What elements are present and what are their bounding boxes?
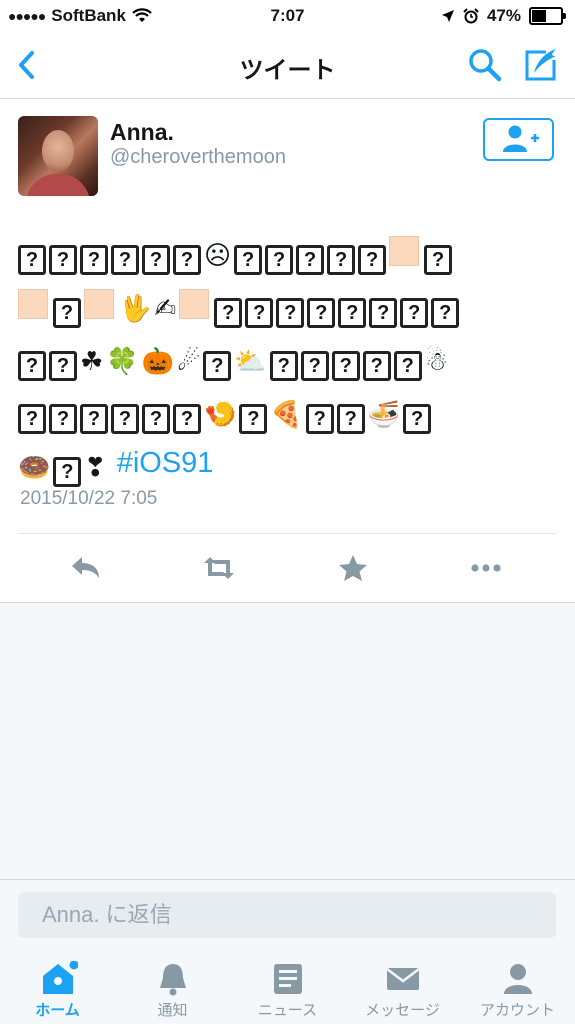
tab-bar: ホーム 通知 ニュース メッセージ アカウント <box>0 947 575 1024</box>
tab-news[interactable]: ニュース <box>230 947 345 1024</box>
hashtag-link[interactable]: #iOS91 <box>117 447 214 479</box>
more-options-icon[interactable] <box>468 552 504 584</box>
battery-icon <box>529 7 566 25</box>
divider <box>18 533 557 534</box>
tab-news-label: ニュース <box>257 1002 318 1019</box>
tab-notifications-label: 通知 <box>157 1002 188 1019</box>
person-icon <box>504 964 532 994</box>
user-handle[interactable]: @cheroverthemoon <box>110 146 286 169</box>
avatar-shoulder <box>26 174 90 196</box>
news-icon <box>274 964 302 994</box>
reply-bar: Anna. に返信 <box>0 879 575 948</box>
retweet-icon[interactable] <box>201 552 237 584</box>
home-icon <box>43 961 78 994</box>
follow-button[interactable] <box>483 118 554 161</box>
tweet-actions <box>0 544 575 592</box>
tab-home-label: ホーム <box>35 1002 80 1019</box>
favorite-star-icon[interactable] <box>335 552 371 584</box>
battery-percent: 47% <box>486 6 521 25</box>
tweet-detail: Anna. @cheroverthemoon ?????? ☹??????? 🖖 ✍?… <box>0 99 575 603</box>
tab-account[interactable]: アカウント <box>460 947 575 1024</box>
add-user-icon <box>503 125 539 152</box>
compose-tweet-icon[interactable] <box>522 46 560 84</box>
avatar[interactable] <box>18 116 98 196</box>
reply-input[interactable]: Anna. に返信 <box>18 892 556 938</box>
tweet-text: ?????? ☹??????? 🖖 ✍?????????? ☘ 🍀 🎃 ☄? ⛅????? ☃??… <box>18 227 558 492</box>
search-icon[interactable] <box>466 46 504 84</box>
navigation-bar: ツイート <box>0 32 575 99</box>
tab-home[interactable]: ホーム <box>0 947 115 1024</box>
tab-messages-label: メッセージ <box>365 1002 440 1019</box>
tweet-timestamp: 2015/10/22 7:05 <box>20 488 158 509</box>
location-arrow-icon <box>441 10 454 22</box>
avatar-face <box>42 130 74 172</box>
status-bar: ●●●●● SoftBank 7:07 47% <box>0 0 575 32</box>
battery-fill <box>532 10 547 22</box>
alarm-clock-icon <box>463 8 479 24</box>
reply-icon[interactable] <box>68 552 104 584</box>
tab-notifications[interactable]: 通知 <box>115 947 230 1024</box>
tab-account-label: アカウント <box>479 1002 555 1019</box>
tab-messages[interactable]: メッセージ <box>345 947 460 1024</box>
user-display-name[interactable]: Anna. <box>110 119 174 146</box>
status-right: 47% <box>441 6 566 26</box>
bell-icon <box>160 964 186 996</box>
envelope-icon <box>386 968 420 990</box>
